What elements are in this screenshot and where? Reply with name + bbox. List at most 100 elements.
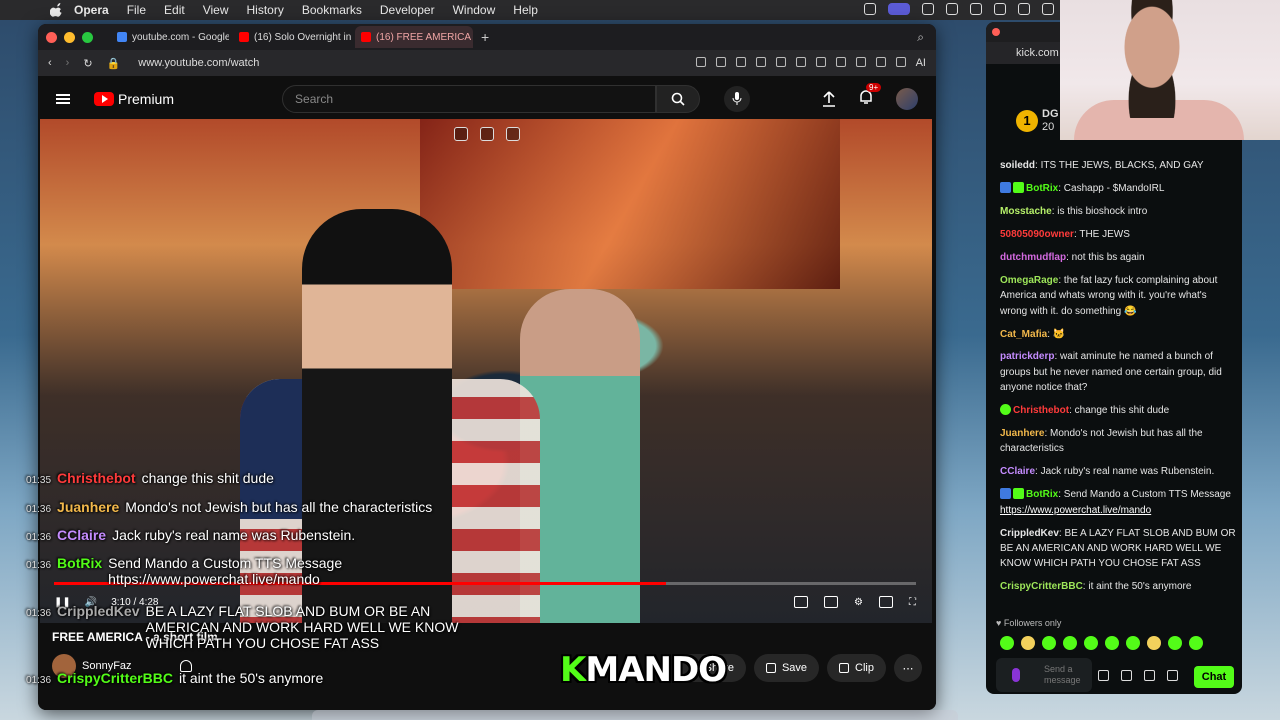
theater-mode-icon[interactable] (879, 596, 893, 608)
tray-icon[interactable] (1042, 3, 1054, 15)
miniplayer-icon[interactable] (454, 127, 468, 141)
chat-user[interactable]: BotRix (1026, 183, 1058, 194)
zoom-window-button[interactable] (82, 31, 93, 43)
emote-icon[interactable] (1168, 636, 1182, 650)
chat-user[interactable]: Christhebot (1013, 405, 1069, 416)
new-tab-button[interactable]: + (481, 29, 489, 45)
upload-icon[interactable] (822, 91, 836, 107)
emote-icon[interactable] (1021, 636, 1035, 650)
emote-icon[interactable] (1000, 636, 1014, 650)
voice-search-button[interactable] (724, 86, 751, 112)
close-window-button[interactable] (992, 28, 1000, 36)
hamburger-menu-icon[interactable] (56, 94, 70, 104)
menu-help[interactable]: Help (513, 3, 538, 17)
video-player[interactable]: ❚❚ 🔊 3:10 / 4:28 ⚙ ⛶ (40, 119, 932, 623)
microphone-icon[interactable] (1012, 668, 1020, 682)
notification-badge: 9+ (866, 82, 882, 92)
emote-icon[interactable] (1189, 636, 1203, 650)
emote-icon[interactable] (1042, 636, 1056, 650)
emote-picker-icon[interactable] (1098, 670, 1109, 681)
browser-tab[interactable]: youtube.com - Google S (111, 26, 229, 48)
shield-icon[interactable] (735, 57, 746, 67)
dock[interactable] (312, 710, 958, 720)
emote-icon[interactable] (1147, 636, 1161, 650)
chat-input[interactable]: Send a message (996, 658, 1092, 692)
back-icon[interactable]: ‹ (48, 57, 52, 69)
extension-icon[interactable] (480, 127, 494, 141)
chat-user[interactable]: BotRix (1026, 489, 1058, 500)
menu-history[interactable]: History (247, 3, 284, 17)
menu-opera[interactable]: Opera (74, 3, 109, 17)
clock-icon[interactable] (946, 3, 958, 15)
autoplay-toggle[interactable] (794, 596, 809, 608)
tab-search-icon[interactable]: ⌕ (917, 30, 924, 45)
save-button[interactable]: Save (753, 654, 820, 682)
emote-icon[interactable] (1105, 636, 1119, 650)
screen-record-icon[interactable] (888, 3, 910, 15)
url-field[interactable]: www.youtube.com/watch (138, 57, 259, 69)
infinity-icon[interactable] (1121, 670, 1132, 681)
play-icon[interactable] (775, 57, 786, 67)
emote-icon[interactable] (1063, 636, 1077, 650)
tray-icon[interactable] (922, 3, 934, 15)
bluetooth-icon[interactable] (1018, 3, 1030, 15)
display-icon[interactable] (970, 3, 982, 15)
chat-user[interactable]: Juanhere (1000, 428, 1044, 439)
menu-view[interactable]: View (203, 3, 229, 17)
chat-user[interactable]: 50805090owner (1000, 229, 1074, 240)
minimize-window-button[interactable] (64, 31, 75, 43)
menu-file[interactable]: File (127, 3, 146, 17)
extension-icon[interactable] (835, 57, 846, 67)
fullscreen-icon[interactable]: ⛶ (909, 597, 916, 608)
browser-tab-active[interactable]: (16) FREE AMERICA (355, 26, 473, 48)
menu-icon[interactable] (855, 57, 866, 67)
emote-icon[interactable] (1126, 636, 1140, 650)
settings-icon[interactable] (1167, 670, 1178, 681)
forward-icon[interactable]: › (66, 57, 70, 69)
extension-icon[interactable] (755, 57, 766, 67)
youtube-play-icon (94, 92, 114, 106)
chat-link[interactable]: https://www.powerchat.live/mando (1000, 505, 1151, 516)
profile-icon[interactable] (875, 57, 886, 67)
heart-icon[interactable] (795, 57, 806, 67)
more-actions-button[interactable]: ⋯ (894, 654, 922, 682)
notifications-button[interactable]: 9+ (858, 82, 882, 110)
search-button[interactable] (656, 85, 701, 113)
settings-icon[interactable]: ⚙ (854, 597, 863, 608)
chat-user[interactable]: CrispyCritterBBC (1000, 581, 1083, 592)
camera-icon[interactable] (715, 57, 726, 67)
search-input[interactable]: Search (282, 85, 657, 113)
store-icon[interactable] (1144, 670, 1155, 681)
menu-edit[interactable]: Edit (164, 3, 185, 17)
cube-icon[interactable] (895, 57, 906, 67)
browser-tab[interactable]: (16) Solo Overnight in H (233, 26, 351, 48)
chat-user[interactable]: soiledd (1000, 160, 1035, 171)
youtube-logo[interactable]: Premium (94, 91, 174, 107)
chat-user[interactable]: dutchmudflap (1000, 252, 1066, 263)
send-chat-button[interactable]: Chat (1194, 666, 1234, 688)
chat-user[interactable]: patrickderp (1000, 351, 1054, 362)
leaderboard-entry[interactable]: DG 20 (1042, 108, 1059, 134)
download-icon[interactable] (815, 57, 826, 67)
apple-icon[interactable] (50, 3, 64, 17)
menu-window[interactable]: Window (453, 3, 496, 17)
menu-bookmarks[interactable]: Bookmarks (302, 3, 362, 17)
captions-icon[interactable] (824, 596, 839, 608)
overlay-time: 01:36 (26, 675, 52, 686)
chat-user[interactable]: Cat_Mafia (1000, 329, 1047, 340)
ai-button[interactable]: AI (916, 57, 926, 69)
extension-icon[interactable] (695, 57, 706, 67)
tray-icon[interactable] (864, 3, 876, 15)
close-window-button[interactable] (46, 31, 57, 43)
emote-icon[interactable] (1084, 636, 1098, 650)
wifi-icon[interactable] (994, 3, 1006, 15)
menu-developer[interactable]: Developer (380, 3, 435, 17)
chat-user[interactable]: Mosstache (1000, 206, 1052, 217)
chat-user[interactable]: CrippledKev (1000, 528, 1059, 539)
avatar[interactable] (896, 88, 918, 110)
chat-user[interactable]: OmegaRage (1000, 275, 1058, 286)
clip-button[interactable]: Clip (827, 654, 886, 682)
cast-icon[interactable] (506, 127, 520, 141)
reload-icon[interactable]: ↻ (83, 57, 92, 70)
chat-user[interactable]: CClaire (1000, 466, 1035, 477)
